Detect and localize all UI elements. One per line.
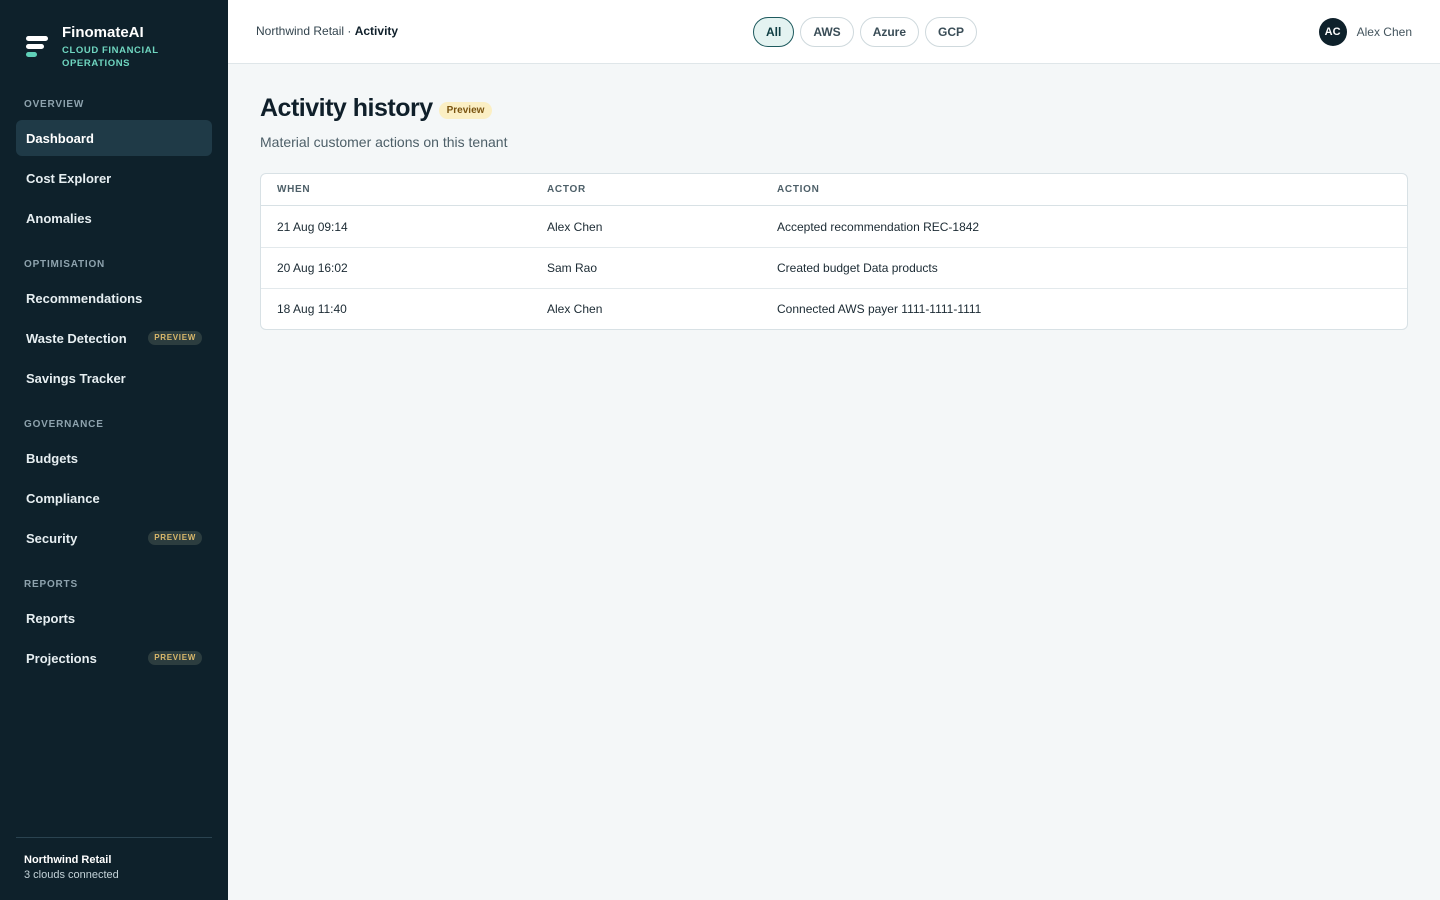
tenant-summary: Northwind Retail 3 clouds connected [16, 837, 212, 883]
cell-action: Connected AWS payer 1111-1111-1111 [777, 302, 982, 316]
cell-action: Created budget Data products [777, 261, 938, 275]
brand-logo-icon [24, 34, 50, 64]
preview-badge: Preview [438, 102, 493, 119]
topbar: Northwind Retail · Activity All AWS Azur… [228, 0, 1440, 64]
cell-action: Accepted recommendation REC-1842 [777, 219, 980, 234]
filter-chip-azure[interactable]: Azure [859, 17, 920, 47]
table-row[interactable]: 21 Aug 09:14 Alex Chen Accepted recommen… [261, 206, 1407, 247]
title-row: Activity history Preview [260, 94, 493, 123]
cell-when: 20 Aug 16:02 [277, 261, 348, 275]
sidebar-item-label: Projections [26, 650, 97, 666]
cell-when: 18 Aug 11:40 [277, 302, 347, 316]
page-title: Activity history [260, 94, 433, 122]
sidebar-item-waste-detection[interactable]: Waste Detection PREVIEW [16, 320, 212, 356]
activity-table: WHEN ACTOR ACTION 21 Aug 09:14 Alex Chen… [260, 173, 1408, 330]
sidebar-item-label: Budgets [26, 450, 78, 466]
breadcrumb-separator: · [344, 24, 355, 38]
preview-badge: PREVIEW [148, 531, 202, 545]
sidebar-item-label: Recommendations [26, 290, 143, 306]
section-label-reports: REPORTS [24, 579, 78, 590]
sidebar-item-dashboard[interactable]: Dashboard [16, 120, 212, 156]
section-label-optimisation: OPTIMISATION [24, 259, 106, 270]
user-name: Alex Chen [1356, 25, 1412, 39]
table-row[interactable]: 18 Aug 11:40 Alex Chen Connected AWS pay… [261, 288, 1407, 329]
sidebar-item-label: Waste Detection [26, 330, 127, 346]
filter-chip-gcp[interactable]: GCP [925, 17, 978, 47]
sidebar-item-label: Reports [26, 610, 76, 626]
sidebar-item-recommendations[interactable]: Recommendations [16, 280, 212, 316]
column-header-action: ACTION [777, 184, 820, 195]
column-header-when: WHEN [277, 184, 311, 195]
cell-actor: Sam Rao [547, 261, 598, 275]
sidebar-item-cost-explorer[interactable]: Cost Explorer [16, 160, 212, 196]
filter-chip-all[interactable]: All [753, 17, 795, 47]
sidebar-item-label: Savings Tracker [26, 370, 126, 386]
section-label-governance: GOVERNANCE [24, 419, 104, 430]
sidebar-item-security[interactable]: Security PREVIEW [16, 520, 212, 556]
table-row[interactable]: 20 Aug 16:02 Sam Rao Created budget Data… [261, 247, 1407, 288]
brand-name: FinomateAI [62, 24, 144, 41]
breadcrumb-current: Activity [354, 24, 399, 38]
cell-actor: Alex Chen [547, 302, 603, 316]
sidebar-item-compliance[interactable]: Compliance [16, 480, 212, 516]
filter-chip-aws[interactable]: AWS [800, 17, 854, 47]
section-label-overview: OVERVIEW [24, 99, 85, 110]
cell-actor: Alex Chen [547, 219, 603, 234]
sidebar-item-label: Dashboard [26, 130, 94, 146]
cell-when: 21 Aug 09:14 [277, 219, 348, 234]
sidebar-item-reports[interactable]: Reports [16, 600, 212, 636]
avatar: AC [1318, 18, 1347, 46]
preview-badge: PREVIEW [148, 651, 202, 665]
sidebar: FinomateAI CLOUD FINANCIAL OPERATIONS OV… [0, 0, 228, 900]
column-header-actor: ACTOR [547, 184, 586, 195]
sidebar-item-budgets[interactable]: Budgets [16, 440, 212, 476]
breadcrumb-parent[interactable]: Northwind Retail [256, 24, 344, 38]
sidebar-item-label: Cost Explorer [26, 170, 112, 186]
breadcrumb: Northwind Retail · Activity [256, 24, 398, 38]
sidebar-item-label: Compliance [26, 490, 100, 506]
table-header: WHEN ACTOR ACTION [261, 174, 1407, 206]
tenant-name: Northwind Retail [24, 854, 112, 866]
sidebar-item-label: Anomalies [26, 210, 92, 226]
page-subtitle: Material customer actions on this tenant [260, 134, 508, 150]
sidebar-item-savings-tracker[interactable]: Savings Tracker [16, 360, 212, 396]
brand[interactable]: FinomateAI CLOUD FINANCIAL OPERATIONS [24, 24, 162, 70]
sidebar-item-label: Security [26, 530, 78, 546]
brand-subtitle: CLOUD FINANCIAL OPERATIONS [62, 45, 159, 69]
preview-badge: PREVIEW [148, 331, 202, 345]
tenant-cloud-status: 3 clouds connected [24, 869, 119, 881]
sidebar-item-projections[interactable]: Projections PREVIEW [16, 640, 212, 676]
cloud-filter-group: All AWS Azure GCP [753, 17, 978, 47]
user-menu[interactable]: AC Alex Chen [1318, 18, 1412, 46]
sidebar-item-anomalies[interactable]: Anomalies [16, 200, 212, 236]
